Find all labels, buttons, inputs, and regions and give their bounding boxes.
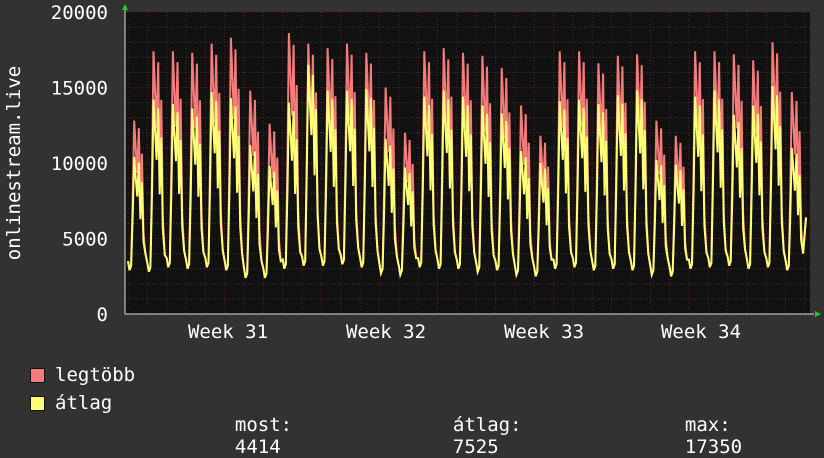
stat-max-value: 17350 — [684, 436, 743, 458]
stat-max-label: max: — [684, 414, 731, 436]
x-tick-label: Week 33 — [504, 321, 584, 343]
stat-atlag-label: átlag: — [452, 414, 522, 436]
y-tick-labels: 0 5000 10000 15000 20000 — [51, 2, 108, 326]
stat-atlag: átlag: 7525 — [430, 392, 522, 458]
legend-avg: átlag — [30, 392, 112, 414]
y-tick-label: 20000 — [51, 2, 108, 24]
legend-avg-label: átlag — [55, 392, 113, 414]
legend-max-label: legtöbb — [55, 364, 136, 386]
x-tick-labels: Week 31 Week 32 Week 33 Week 34 — [188, 321, 741, 343]
stat-max: max: 17350 — [662, 392, 742, 458]
y-axis-label: onlinestream.live — [3, 66, 25, 260]
x-tick-label: Week 31 — [188, 321, 268, 343]
legend-max: legtöbb — [30, 364, 135, 386]
legend-avg-swatch — [30, 395, 45, 411]
x-tick-label: Week 34 — [661, 321, 741, 343]
x-axis-arrow — [815, 311, 821, 317]
y-tick-label: 10000 — [51, 153, 108, 175]
y-tick-label: 5000 — [62, 229, 108, 251]
x-tick-label: Week 32 — [346, 321, 426, 343]
chart-svg: 05000100001500020000 Week 31 Week 32 Week … — [3, 2, 821, 343]
y-tick-label: 15000 — [51, 78, 108, 100]
stat-most-label: most: — [234, 414, 293, 436]
stat-most: most: 4414 — [212, 392, 292, 458]
y-axis-arrow — [122, 4, 128, 10]
stat-atlag-value: 7525 — [452, 436, 499, 458]
legend-max-swatch — [30, 367, 45, 383]
y-tick-label: 0 — [97, 304, 108, 326]
stat-most-value: 4414 — [234, 436, 281, 458]
